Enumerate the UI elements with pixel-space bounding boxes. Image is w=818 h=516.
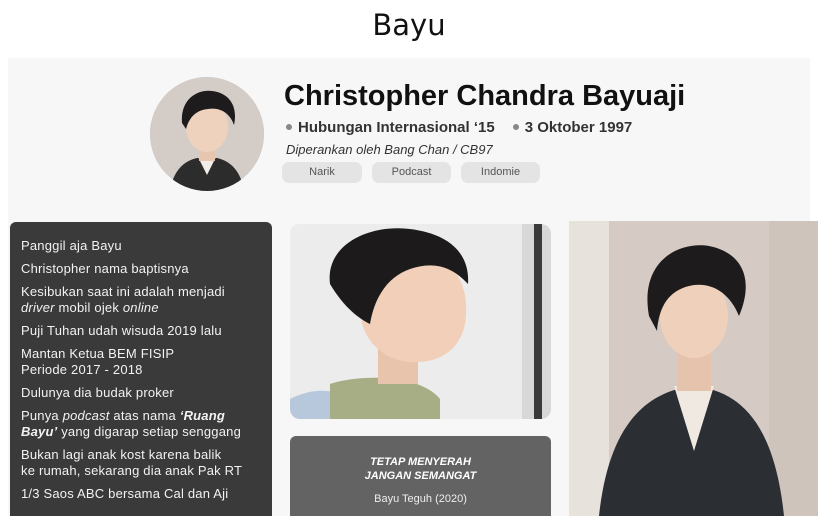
avatar xyxy=(150,77,264,191)
fact-item: Christopher nama baptisnya xyxy=(21,261,189,276)
fact-item: 1/3 Saos ABC bersama Cal dan Aji xyxy=(21,486,229,501)
bullet-icon xyxy=(512,123,519,130)
profile-cast: Diperankan oleh Bang Chan / CB97 xyxy=(286,142,493,157)
quote-line: TETAP MENYERAH xyxy=(370,456,471,468)
fact-item: Panggil aja Bayu xyxy=(21,238,122,253)
bullet-icon xyxy=(286,123,292,130)
profile-meta: Hubungan Internasional ‘15 3 Oktober 1997 xyxy=(286,119,632,136)
profile-name: Christopher Chandra Bayuaji xyxy=(284,80,686,112)
profile-major: Hubungan Internasional ‘15 xyxy=(298,119,495,136)
photo-portrait-suit xyxy=(569,221,818,516)
avatar-portrait-image xyxy=(150,77,264,191)
fact-item: Puji Tuhan udah wisuda 2019 lalu xyxy=(21,323,222,338)
fact-item: Bukan lagi anak kost karena balik ke ruma… xyxy=(21,447,243,478)
quote-panel: TETAP MENYERAH JANGAN SEMANGAT Bayu Tegu… xyxy=(290,436,551,516)
page-title: Bayu xyxy=(372,8,446,42)
photo-profile-side xyxy=(290,224,551,419)
fact-item: Dulunya dia budak proker xyxy=(21,385,174,400)
fact-item: Punya podcast atas nama ‘Ruang Bayu’ yan… xyxy=(21,408,242,439)
quote-author: Bayu Teguh (2020) xyxy=(374,493,467,505)
tag-indomie[interactable]: Indomie xyxy=(461,162,540,183)
facts-panel: Panggil aja Bayu Christopher nama baptis… xyxy=(10,222,272,516)
portrait-suit-image xyxy=(569,221,818,516)
tag-narik[interactable]: Narik xyxy=(282,162,362,183)
quote-line: JANGAN SEMANGAT xyxy=(364,470,477,482)
tag-podcast[interactable]: Podcast xyxy=(372,162,451,183)
portrait-side-image xyxy=(290,224,551,419)
profile-birthdate: 3 Oktober 1997 xyxy=(524,119,633,136)
fact-item: Mantan Ketua BEM FISIP Periode 2017 - 201… xyxy=(21,346,175,377)
tag-list: Narik Podcast Indomie xyxy=(282,162,540,183)
fact-item: Kesibukan saat ini adalah menjadi driver … xyxy=(21,284,225,315)
